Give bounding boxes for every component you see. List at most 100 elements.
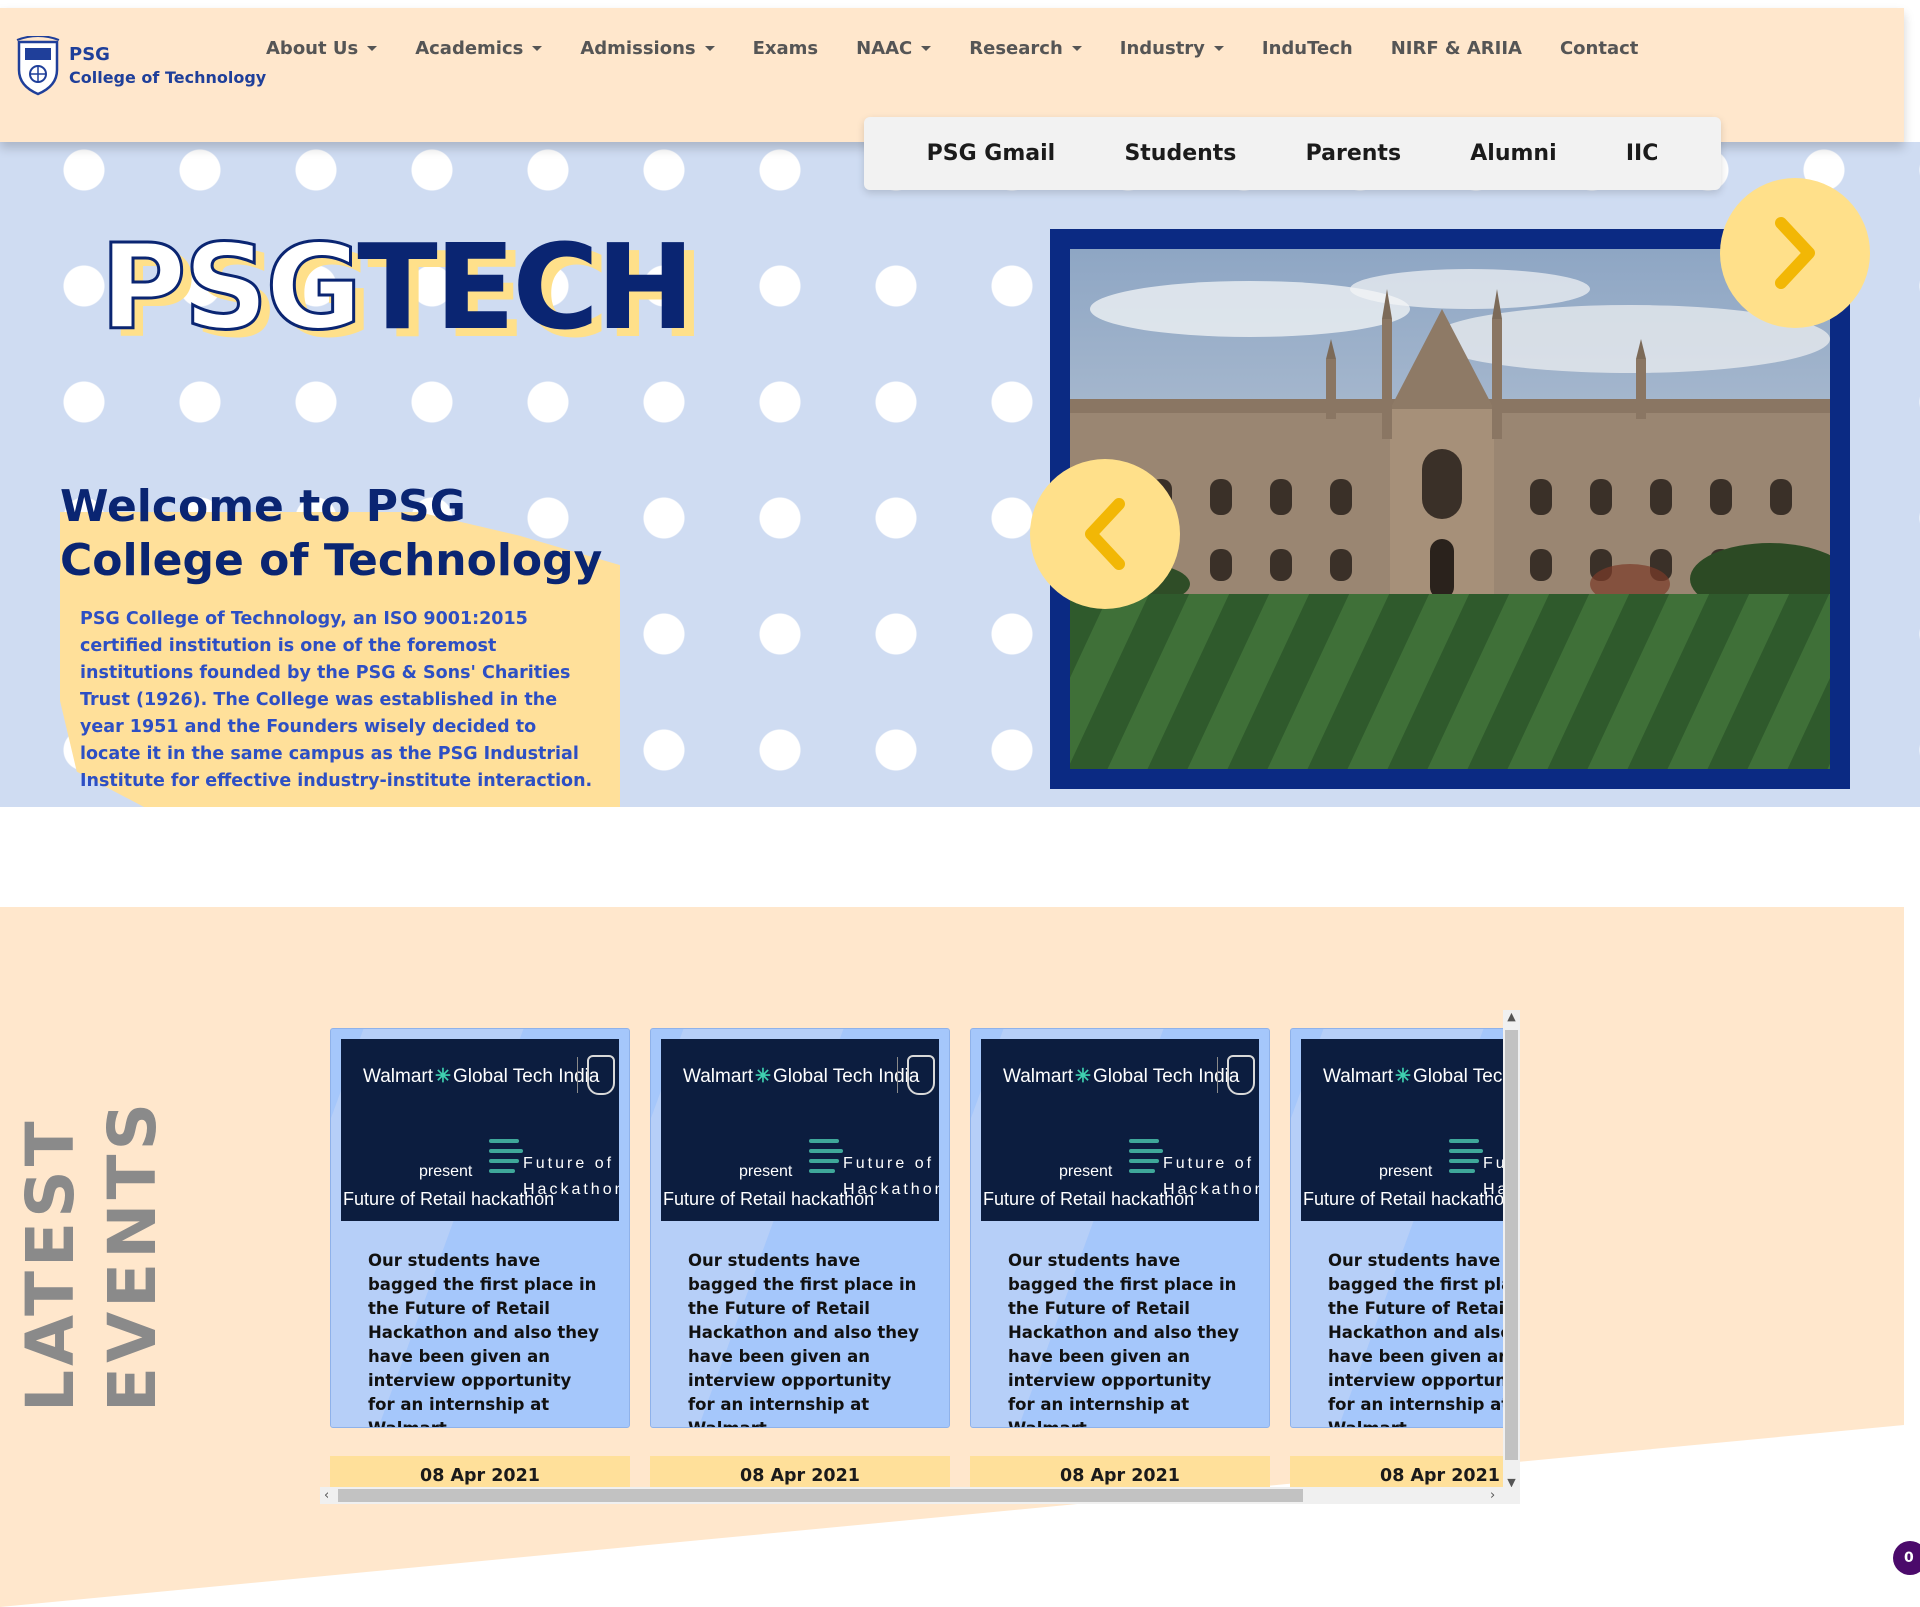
- event-brand-walmart: Walmart: [1003, 1066, 1074, 1087]
- walmart-spark-icon: ✳: [1075, 1066, 1091, 1087]
- psg-crest-icon: [587, 1055, 615, 1095]
- event-card[interactable]: Walmart✳Global Tech India Future of Reta…: [650, 1028, 950, 1428]
- wordmark-tech: TECH: [357, 218, 694, 356]
- event-image-present: present: [1059, 1163, 1113, 1180]
- event-brand-walmart: Walmart: [1323, 1066, 1394, 1087]
- nav-indutech-label: InduTech: [1261, 38, 1353, 59]
- event-future-line1: Future of Retail: [1163, 1155, 1259, 1172]
- logo-line-psg: PSG: [69, 44, 110, 65]
- events-track: Walmart✳Global Tech India Future of Reta…: [330, 1028, 1520, 1496]
- nav-industry-label: Industry: [1119, 38, 1205, 59]
- event-image-subtitle: Future of Retail hackathon: [343, 1189, 555, 1209]
- nav-research-label: Research: [969, 38, 1063, 59]
- latest-events-heading: LATEST EVENTS: [10, 812, 174, 1412]
- nav-exams-label: Exams: [752, 38, 819, 59]
- events-scroll-container[interactable]: Walmart✳Global Tech India Future of Reta…: [320, 1010, 1520, 1508]
- event-item: Walmart✳Global Tech India Future of Reta…: [650, 1028, 950, 1496]
- horizontal-scroll-thumb[interactable]: [338, 1489, 1303, 1502]
- welcome-title: Welcome to PSG College of Technology: [60, 481, 603, 586]
- site-logo-link[interactable]: PSG College of Technology: [15, 36, 266, 96]
- nav-about-us-label: About Us: [266, 38, 359, 59]
- walmart-spark-icon: ✳: [1395, 1066, 1411, 1087]
- logo-line-college: College of Technology: [69, 68, 267, 87]
- caret-down-icon: [704, 46, 715, 51]
- nav-research[interactable]: Research: [969, 38, 1082, 59]
- event-item: Walmart✳Global Tech India Future of Reta…: [1290, 1028, 1520, 1496]
- event-description: Our students have bagged the first place…: [1328, 1251, 1520, 1427]
- nav-academics[interactable]: Academics: [415, 38, 543, 59]
- psgtech-wordmark: PSGTECH: [98, 227, 694, 348]
- walmart-spark-icon: ✳: [755, 1066, 771, 1087]
- event-description: Our students have bagged the first place…: [1008, 1251, 1239, 1427]
- event-image-divider: [577, 1057, 578, 1093]
- event-image-brand: Walmart✳Global Tech India: [1323, 1065, 1520, 1088]
- quicklink-iic[interactable]: IIC: [1626, 141, 1659, 166]
- event-card[interactable]: Walmart✳Global Tech India Future of Reta…: [970, 1028, 1270, 1428]
- quick-links-bar: PSG Gmail Students Parents Alumni IIC: [864, 117, 1721, 190]
- scroll-up-arrow-icon[interactable]: ▲: [1503, 1010, 1520, 1024]
- campus-building-image: [1070, 249, 1830, 769]
- event-image-present: present: [419, 1163, 473, 1180]
- walmart-spark-icon: ✳: [435, 1066, 451, 1087]
- nav-naac-label: NAAC: [856, 38, 913, 59]
- hackathon-bars-icon: [489, 1139, 523, 1179]
- nav-admissions-label: Admissions: [580, 38, 696, 59]
- event-image-divider: [897, 1057, 898, 1093]
- event-image-subtitle: Future of Retail hackathon: [983, 1189, 1195, 1209]
- event-card[interactable]: Walmart✳Global Tech India Future of Reta…: [1290, 1028, 1520, 1428]
- events-title-line1: LATEST: [12, 1117, 89, 1412]
- welcome-description: PSG College of Technology, an ISO 9001:2…: [80, 609, 593, 791]
- quicklink-alumni[interactable]: Alumni: [1470, 141, 1556, 166]
- hackathon-bars-icon: [1129, 1139, 1163, 1179]
- chevron-right-icon: [1775, 217, 1815, 289]
- main-nav: About Us Academics Admissions Exams NAAC…: [266, 38, 1676, 59]
- nav-indutech[interactable]: InduTech: [1262, 38, 1353, 59]
- nav-industry[interactable]: Industry: [1120, 38, 1224, 59]
- event-description: Our students have bagged the first place…: [368, 1251, 599, 1427]
- slider-prev-button[interactable]: [1030, 459, 1180, 609]
- notification-badge[interactable]: 0: [1893, 1541, 1920, 1575]
- event-image-subtitle: Future of Retail hackathon: [663, 1189, 875, 1209]
- scroll-right-arrow-icon[interactable]: ›: [1490, 1487, 1495, 1504]
- events-horizontal-scrollbar[interactable]: ‹ ›: [320, 1487, 1520, 1504]
- event-image: Walmart✳Global Tech India Future of Reta…: [341, 1039, 619, 1221]
- event-image-divider: [1217, 1057, 1218, 1093]
- slider-next-button[interactable]: [1720, 178, 1870, 328]
- quicklink-parents[interactable]: Parents: [1306, 141, 1401, 166]
- events-vertical-scrollbar[interactable]: ▲ ▼: [1503, 1010, 1520, 1492]
- scroll-left-arrow-icon[interactable]: ‹: [324, 1487, 329, 1504]
- caret-down-icon: [367, 46, 378, 51]
- event-brand-walmart: Walmart: [683, 1066, 754, 1087]
- event-future-line1: Future of Retail: [523, 1155, 619, 1172]
- event-image-brand: Walmart✳Global Tech India: [683, 1065, 919, 1088]
- wordmark-psg: PSG: [98, 218, 361, 356]
- event-image-brand: Walmart✳Global Tech India: [1003, 1065, 1239, 1088]
- hackathon-bars-icon: [809, 1139, 843, 1179]
- event-image: Walmart✳Global Tech India Future of Reta…: [661, 1039, 939, 1221]
- nav-nirf-ariia[interactable]: NIRF & ARIIA: [1391, 38, 1522, 59]
- event-description: Our students have bagged the first place…: [688, 1251, 919, 1427]
- psg-crest-icon: [1227, 1055, 1255, 1095]
- caret-down-icon: [1071, 46, 1082, 51]
- event-image-brand: Walmart✳Global Tech India: [363, 1065, 599, 1088]
- nav-exams[interactable]: Exams: [753, 38, 819, 59]
- event-image-present: present: [1379, 1163, 1433, 1180]
- nav-contact[interactable]: Contact: [1560, 38, 1638, 59]
- nav-naac[interactable]: NAAC: [856, 38, 932, 59]
- caret-down-icon: [1213, 46, 1224, 51]
- nav-about-us[interactable]: About Us: [266, 38, 378, 59]
- event-card[interactable]: Walmart✳Global Tech India Future of Reta…: [330, 1028, 630, 1428]
- chevron-left-icon: [1085, 498, 1125, 570]
- vertical-scroll-thumb[interactable]: [1505, 1030, 1518, 1460]
- events-title-line2: EVENTS: [94, 1098, 171, 1412]
- nav-admissions[interactable]: Admissions: [580, 38, 715, 59]
- quicklink-students[interactable]: Students: [1124, 141, 1236, 166]
- event-image: Walmart✳Global Tech India Future of Reta…: [981, 1039, 1259, 1221]
- event-image-subtitle: Future of Retail hackathon: [1303, 1189, 1515, 1209]
- event-item: Walmart✳Global Tech India Future of Reta…: [330, 1028, 630, 1496]
- caret-down-icon: [921, 46, 932, 51]
- quicklink-psg-gmail[interactable]: PSG Gmail: [927, 141, 1056, 166]
- psg-crest-icon: [907, 1055, 935, 1095]
- caret-down-icon: [532, 46, 543, 51]
- nav-contact-label: Contact: [1559, 38, 1639, 59]
